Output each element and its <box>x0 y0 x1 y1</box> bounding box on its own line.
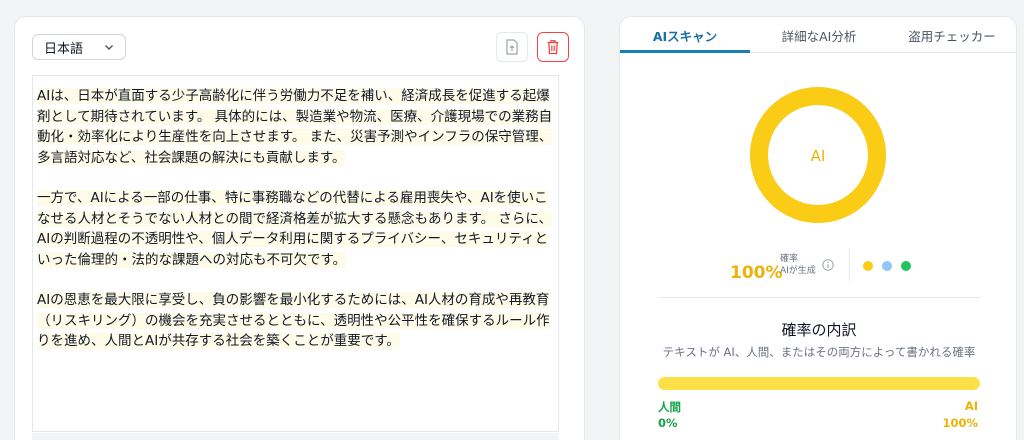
info-icon[interactable] <box>822 259 834 271</box>
ai-label: AI <box>964 399 978 413</box>
text-input-area[interactable]: AIは、日本が直面する少子高齢化に伴う労働力不足を補い、経済成長を促進する起爆剤… <box>32 75 559 432</box>
legend-dot-human <box>901 261 911 271</box>
result-tabs: AIスキャン 詳細なAI分析 盗用チェッカー <box>620 17 1016 53</box>
language-select-value: 日本語 <box>44 41 84 57</box>
human-label: 人間 <box>658 400 681 414</box>
probability-label-line1: 確率 <box>780 254 799 264</box>
probability-label: 確率 AIが生成 <box>780 253 816 277</box>
tab-ai-scan[interactable]: AIスキャン <box>620 17 750 53</box>
paragraph: AIの恩恵を最大限に享受し、負の影響を最小化するためには、AI人材の育成や再教育… <box>37 290 553 352</box>
upload-file-button[interactable] <box>496 32 528 62</box>
legend-dot-mixed <box>882 261 892 271</box>
vertical-divider <box>849 249 850 281</box>
donut-center-label: AI <box>811 147 826 165</box>
highlighted-ai-text: AIは、日本が直面する少子高齢化に伴う労働力不足を補い、経済成長を促進する起爆剤… <box>37 88 553 166</box>
file-upload-icon <box>506 39 518 55</box>
human-value: 0% <box>658 416 678 430</box>
probability-stats: 100% 確率 AIが生成 <box>620 249 1016 293</box>
breakdown-title: 確率の内訳 <box>781 321 857 339</box>
breakdown-subtitle: テキストが AI、人間、またはその両方によって書かれる確率 <box>662 345 976 359</box>
legend-dot-ai <box>863 261 873 271</box>
text-editor-card: 日本語 AIは、日本が直面する少子高齢化に伴う労働力不足を補い、経済成長を促進す… <box>14 16 585 440</box>
language-select[interactable]: 日本語 <box>32 34 126 60</box>
probability-value: 100% <box>730 263 783 283</box>
probability-label-line2: AIが生成 <box>780 266 816 276</box>
ai-probability-donut: AI <box>750 87 886 223</box>
probability-bar <box>658 377 980 390</box>
tab-plagiarism-checker[interactable]: 盗用チェッカー <box>887 17 1016 53</box>
paragraph: AIは、日本が直面する少子高齢化に伴う労働力不足を補い、経済成長を促進する起爆剤… <box>37 86 553 168</box>
active-tab-indicator <box>620 50 750 53</box>
section-divider <box>658 297 980 298</box>
trash-icon <box>547 40 559 55</box>
delete-text-button[interactable] <box>537 32 569 62</box>
editor-footer-strip <box>32 433 559 440</box>
detection-result-card: AIスキャン 詳細なAI分析 盗用チェッカー AI 100% 確率 AIが生成 … <box>619 16 1017 440</box>
probability-bar-ai-fill <box>658 377 980 390</box>
highlighted-ai-text: AIの恩恵を最大限に享受し、負の影響を最小化するためには、AI人材の育成や再教育… <box>37 292 550 349</box>
chevron-down-icon <box>105 45 113 50</box>
ai-value: 100% <box>942 416 978 430</box>
highlighted-ai-text: 一方で、AIによる一部の仕事、特に事務職などの代替による雇用喪失や、AIを使いこ… <box>37 190 552 268</box>
tab-detailed-ai-analysis[interactable]: 詳細なAI分析 <box>754 17 884 53</box>
paragraph: 一方で、AIによる一部の仕事、特に事務職などの代替による雇用喪失や、AIを使いこ… <box>37 188 553 270</box>
